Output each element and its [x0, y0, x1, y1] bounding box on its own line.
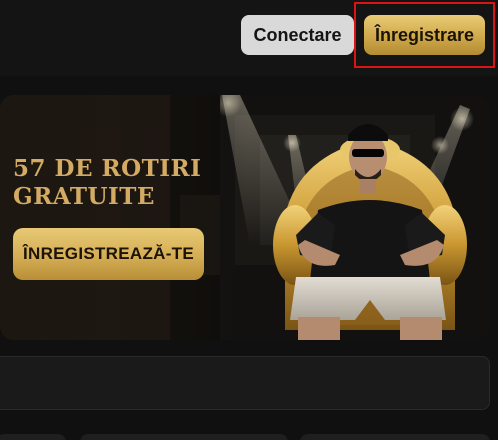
promo-banner[interactable]: 57 DE ROTIRI GRATUITE ÎNREGISTREAZĂ-TE	[0, 95, 490, 340]
register-button[interactable]: Înregistrare	[364, 15, 485, 55]
page: Conectare Înregistrare 57 DE ROTIRI GRAT…	[0, 0, 498, 440]
login-button[interactable]: Conectare	[241, 15, 354, 55]
category-chip[interactable]	[300, 434, 490, 440]
banner-artwork	[0, 95, 490, 340]
category-chip[interactable]	[0, 434, 66, 440]
promo-register-button[interactable]: ÎNREGISTREAZĂ-TE	[13, 228, 204, 280]
promo-title: 57 DE ROTIRI GRATUITE	[13, 155, 202, 210]
top-bar: Conectare Înregistrare	[0, 0, 498, 76]
category-chip[interactable]	[80, 434, 288, 440]
search-bar[interactable]	[0, 356, 490, 410]
